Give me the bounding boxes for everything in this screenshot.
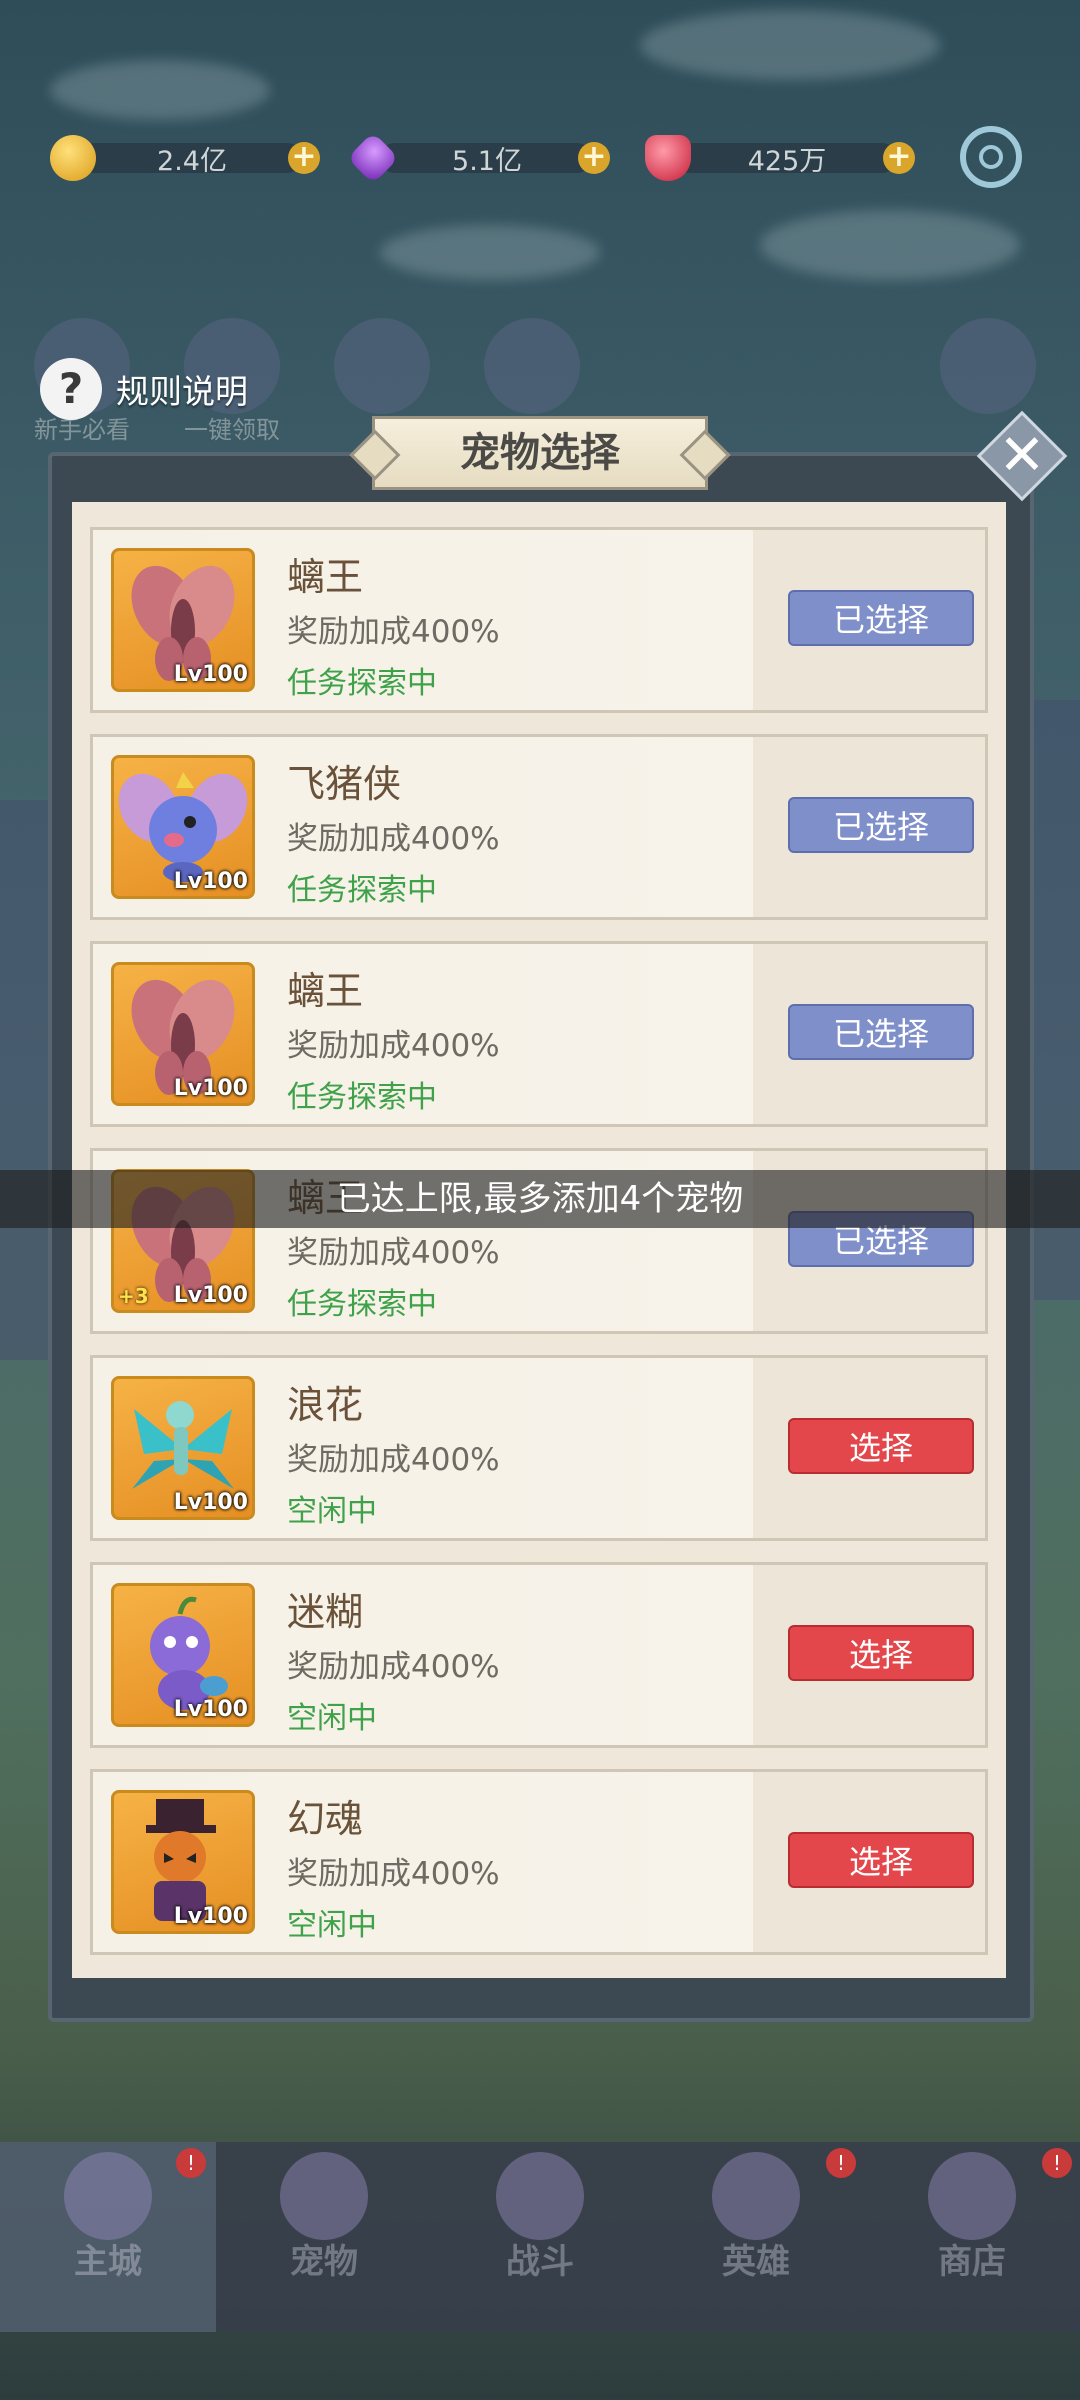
pet-level: Lv100 — [173, 662, 248, 687]
gold-coin-icon — [50, 135, 96, 181]
tab-label: 主城 — [74, 2242, 142, 2282]
pet-row: Lv100 迷糊 奖励加成400% 空闲中 选择 — [90, 1562, 988, 1748]
pet-bonus: 奖励加成400% — [287, 821, 500, 857]
tab-label: 英雄 — [722, 2242, 790, 2282]
pet-portrait: Lv100 — [111, 962, 255, 1106]
cloud-decor — [760, 210, 1020, 280]
tab-label: 商店 — [938, 2242, 1006, 2282]
pet-level: Lv100 — [173, 1283, 248, 1308]
pet-status: 空闲中 — [287, 1908, 377, 1943]
select-button[interactable]: 选择 — [788, 1625, 974, 1681]
pet-level: Lv100 — [173, 1904, 248, 1929]
pet-level: Lv100 — [173, 1076, 248, 1101]
bottom-nav: 主城 ! 宠物 战斗 英雄 ! 商店 ! — [0, 2142, 1080, 2332]
pet-level: Lv100 — [173, 1490, 248, 1515]
pet-portrait: Lv100 — [111, 1790, 255, 1934]
pet-bonus: 奖励加成400% — [287, 1856, 500, 1892]
pet-row: Lv100 飞猪侠 奖励加成400% 任务探索中 已选择 — [90, 734, 988, 920]
pet-portrait: Lv100 — [111, 548, 255, 692]
add-gold-button[interactable]: + — [288, 142, 320, 174]
question-icon: ? — [40, 358, 102, 420]
notification-badge: ! — [826, 2148, 856, 2178]
pet-bonus: 奖励加成400% — [287, 1028, 500, 1064]
cloud-decor — [50, 60, 270, 120]
gold-currency: 2.4亿 + — [50, 135, 320, 181]
diamond-value: 425万 — [747, 145, 827, 177]
pet-row: Lv100 浪花 奖励加成400% 空闲中 选择 — [90, 1355, 988, 1541]
add-gem-button[interactable]: + — [578, 142, 610, 174]
pet-status: 空闲中 — [287, 1494, 377, 1529]
pet-portrait: Lv100 — [111, 1376, 255, 1520]
selected-button[interactable]: 已选择 — [788, 1004, 974, 1060]
castle-icon — [64, 2152, 152, 2240]
tab-label: 宠物 — [290, 2242, 358, 2282]
settings-gear-icon[interactable] — [960, 126, 1022, 188]
pet-level: Lv100 — [173, 869, 248, 894]
pet-name: 螭王 — [287, 969, 364, 1013]
modal-title: 宠物选择 — [372, 416, 708, 490]
selected-button[interactable]: 已选择 — [788, 590, 974, 646]
shop-icon — [928, 2152, 1016, 2240]
rules-button[interactable]: ? 规则说明 — [40, 358, 248, 420]
shortcut-avatar[interactable] — [940, 318, 1036, 414]
add-diamond-button[interactable]: + — [883, 142, 915, 174]
pet-portrait: Lv100 — [111, 1583, 255, 1727]
red-diamond-icon — [645, 135, 691, 181]
pet-icon — [280, 2152, 368, 2240]
pet-name: 浪花 — [287, 1383, 364, 1427]
pet-level: Lv100 — [173, 1697, 248, 1722]
pet-bonus: 奖励加成400% — [287, 1235, 500, 1271]
cloud-decor — [380, 225, 600, 280]
tab-pets[interactable]: 宠物 — [216, 2142, 432, 2332]
pet-portrait: Lv100 — [111, 755, 255, 899]
notification-badge: ! — [176, 2148, 206, 2178]
select-button[interactable]: 选择 — [788, 1832, 974, 1888]
tab-main-city[interactable]: 主城 ! — [0, 2142, 216, 2332]
cloud-decor — [640, 10, 940, 80]
pet-status: 任务探索中 — [287, 1287, 437, 1322]
pet-name: 螭王 — [287, 555, 364, 599]
shortcut-card[interactable] — [334, 318, 430, 414]
tab-battle[interactable]: 战斗 — [432, 2142, 648, 2332]
pet-status: 任务探索中 — [287, 1080, 437, 1115]
gold-value: 2.4亿 — [157, 145, 227, 177]
pet-row: Lv100 螭王 奖励加成400% 任务探索中 已选择 — [90, 527, 988, 713]
tab-heroes[interactable]: 英雄 ! — [648, 2142, 864, 2332]
pet-row: Lv100 螭王 奖励加成400% 任务探索中 已选择 — [90, 941, 988, 1127]
pet-status: 空闲中 — [287, 1701, 377, 1736]
pet-name: 飞猪侠 — [287, 762, 402, 806]
pet-star-bonus: +3 — [118, 1284, 149, 1308]
pet-status: 任务探索中 — [287, 666, 437, 701]
helmet-icon — [712, 2152, 800, 2240]
diamond-currency: 425万 + — [645, 135, 915, 181]
pet-row: Lv100 幻魂 奖励加成400% 空闲中 选择 — [90, 1769, 988, 1955]
select-button[interactable]: 选择 — [788, 1418, 974, 1474]
tab-shop[interactable]: 商店 ! — [864, 2142, 1080, 2332]
close-button[interactable]: ✕ — [976, 410, 1068, 502]
tab-label: 战斗 — [506, 2242, 574, 2282]
shortcut-emblem[interactable] — [484, 318, 580, 414]
castle-decor — [0, 800, 50, 1360]
pet-bonus: 奖励加成400% — [287, 614, 500, 650]
pet-status: 任务探索中 — [287, 873, 437, 908]
limit-toast: 已达上限,最多添加4个宠物 — [0, 1170, 1080, 1228]
selected-button[interactable]: 已选择 — [788, 797, 974, 853]
swords-icon — [496, 2152, 584, 2240]
purple-gem-icon — [346, 131, 400, 185]
pet-name: 幻魂 — [287, 1797, 364, 1841]
pet-bonus: 奖励加成400% — [287, 1649, 500, 1685]
gem-value: 5.1亿 — [452, 145, 522, 177]
pet-name: 迷糊 — [287, 1590, 364, 1634]
pet-bonus: 奖励加成400% — [287, 1442, 500, 1478]
notification-badge: ! — [1042, 2148, 1072, 2178]
close-icon: ✕ — [998, 423, 1046, 488]
gem-currency: 5.1亿 + — [346, 131, 610, 185]
rules-label: 规则说明 — [116, 372, 248, 411]
